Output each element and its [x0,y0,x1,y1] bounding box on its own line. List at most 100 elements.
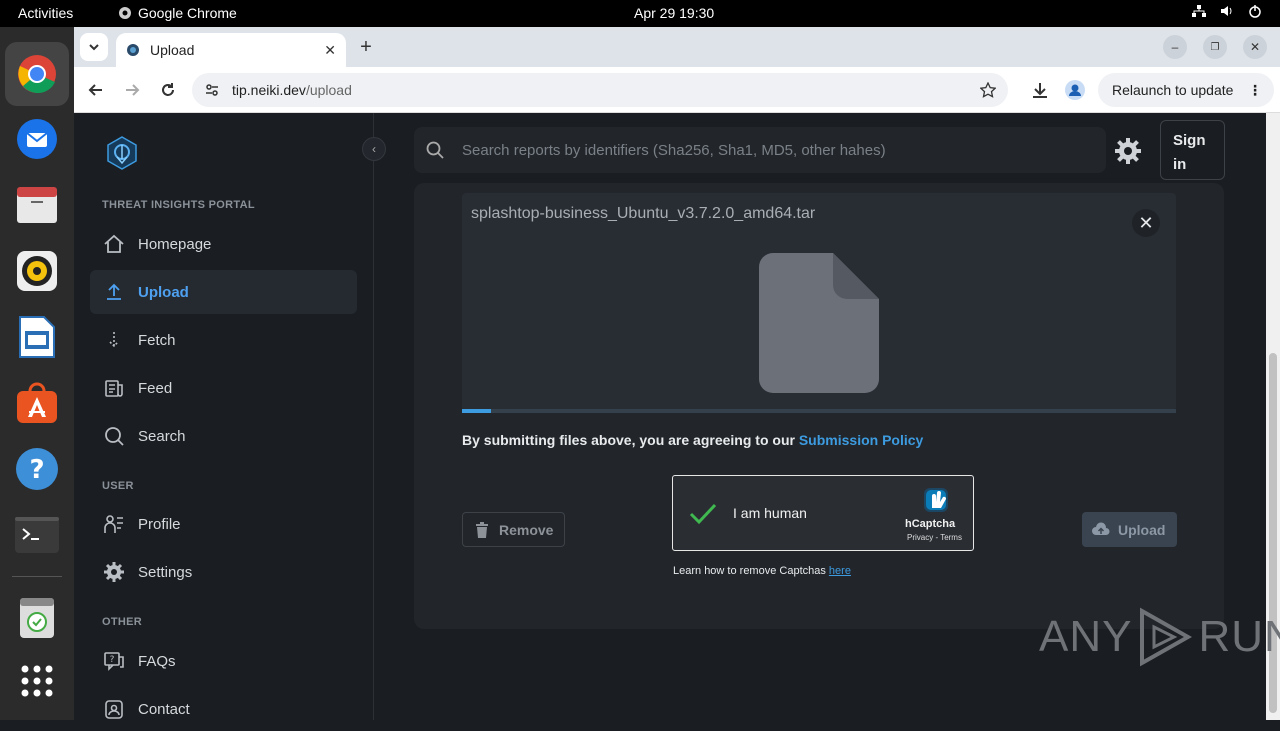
relaunch-button[interactable]: Relaunch to update ⋮ [1098,73,1274,107]
file-name: splashtop-business_Ubuntu_v3.7.2.0_amd64… [471,205,816,222]
search-icon [105,427,124,446]
sidebar-item-label: Fetch [138,331,176,349]
download-icon [1033,83,1047,98]
policy-text: By submitting files above, you are agree… [462,432,799,448]
file-preview: splashtop-business_Ubuntu_v3.7.2.0_amd64… [462,193,1176,411]
rhythmbox-icon [17,251,57,291]
dock-terminal[interactable] [11,509,63,561]
sidebar-item-faqs[interactable]: ? FAQs [90,639,357,683]
close-window-button[interactable]: ✕ [1243,35,1267,59]
cloud-upload-icon [1092,522,1110,535]
address-bar[interactable]: tip.neiki.dev /upload [192,73,1008,107]
gear-icon[interactable] [1114,137,1142,165]
system-top-bar: Activities Google Chrome Apr 29 19:30 [0,0,1280,27]
sidebar-item-label: Profile [138,515,181,533]
captcha-help-link[interactable]: here [829,565,851,577]
svg-text:?: ? [29,455,44,485]
clock[interactable]: Apr 29 19:30 [634,5,714,21]
dock-show-apps[interactable] [11,655,63,707]
downloads-button[interactable] [1026,76,1054,104]
tab-upload[interactable]: Upload ✕ [116,33,346,67]
relaunch-label: Relaunch to update [1112,82,1234,98]
sidebar-item-upload[interactable]: Upload [90,270,357,314]
active-app-menu[interactable]: Google Chrome [118,5,237,21]
sidebar-item-fetch[interactable]: Fetch [90,318,357,362]
files-icon [17,187,57,223]
dock-thunderbird[interactable] [11,113,63,165]
minimize-button[interactable]: – [1163,35,1187,59]
system-tray[interactable] [1192,4,1262,18]
chrome-small-icon [119,7,131,19]
play-logo-icon [1140,607,1193,667]
thunderbird-icon [17,119,57,159]
star-icon[interactable] [980,82,996,98]
sign-in-button[interactable]: Sign in [1160,120,1225,180]
help-icon: ? [16,448,58,490]
new-tab-button[interactable]: + [352,33,380,61]
upload-button[interactable]: Upload [1082,512,1177,547]
activities-button[interactable]: Activities [18,5,73,21]
remove-button[interactable]: Remove [462,512,565,547]
sidebar-item-label: Search [138,427,186,445]
sidebar: THREAT INSIGHTS PORTAL Homepage Upload F… [74,113,374,720]
dock-separator [12,576,62,577]
back-button[interactable] [82,76,110,104]
dock: ? [0,27,74,720]
sidebar-item-label: Upload [138,283,189,301]
tab-strip: Upload ✕ + – ❐ ✕ [74,27,1280,67]
sidebar-item-label: FAQs [138,652,176,670]
arrow-right-icon [126,84,140,96]
hcaptcha-widget[interactable]: I am human hCaptcha Privacy - Terms [672,475,974,551]
search-placeholder: Search reports by identifiers (Sha256, S… [462,141,886,159]
sidebar-item-search[interactable]: Search [90,414,357,458]
tab-close-icon[interactable]: ✕ [324,42,336,59]
sidebar-item-settings[interactable]: Settings [90,550,357,594]
forward-button[interactable] [118,76,146,104]
remove-file-button[interactable]: ✕ [1132,209,1160,237]
reload-button[interactable] [154,76,182,104]
upload-label: Upload [1118,521,1166,538]
section-portal-label: THREAT INSIGHTS PORTAL [102,199,255,211]
search-input[interactable]: Search reports by identifiers (Sha256, S… [414,127,1106,173]
chevron-down-icon [89,44,99,51]
site-favicon-icon [127,44,139,56]
dock-rhythmbox[interactable] [11,245,63,297]
site-info-icon [206,84,218,96]
tab-search-button[interactable] [80,33,108,61]
hcaptcha-logo-icon [924,488,948,512]
writer-icon [19,316,55,358]
sidebar-item-label: Contact [138,700,190,718]
maximize-button[interactable]: ❐ [1203,35,1227,59]
browser-toolbar: tip.neiki.dev /upload Relaunch to update… [74,67,1280,113]
arrow-left-icon [88,84,102,96]
sidebar-item-homepage[interactable]: Homepage [90,222,357,266]
profile-icon [104,515,123,533]
dock-app-center[interactable] [11,377,63,429]
sidebar-item-profile[interactable]: Profile [90,502,357,546]
sidebar-item-feed[interactable]: Feed [90,366,357,410]
dock-trash[interactable] [11,592,63,644]
network-icon [1192,5,1206,17]
dock-writer[interactable] [11,311,63,363]
profile-button[interactable] [1061,76,1089,104]
svg-text:?: ? [110,655,115,665]
captcha-help: Learn how to remove Captchas here [673,565,851,577]
fetch-icon [109,332,119,348]
sidebar-item-contact[interactable]: Contact [90,687,357,731]
dock-chrome[interactable] [5,42,69,106]
upload-icon [107,283,121,300]
site-logo-icon[interactable] [104,135,140,171]
captcha-terms[interactable]: Privacy - Terms [907,533,962,542]
file-icon [759,253,879,393]
sidebar-collapse-button[interactable]: ‹ [362,137,386,161]
trash-icon [476,522,488,538]
submission-policy-link[interactable]: Submission Policy [799,432,923,448]
dock-help[interactable]: ? [11,443,63,495]
chevron-left-icon: ‹ [372,142,376,156]
tab-title: Upload [150,42,195,58]
dock-files[interactable] [11,179,63,231]
more-menu-icon[interactable]: ⋮ [1248,82,1262,99]
chrome-icon [18,55,56,94]
watermark-left: ANY [1039,612,1133,661]
upload-card: splashtop-business_Ubuntu_v3.7.2.0_amd64… [414,183,1224,629]
